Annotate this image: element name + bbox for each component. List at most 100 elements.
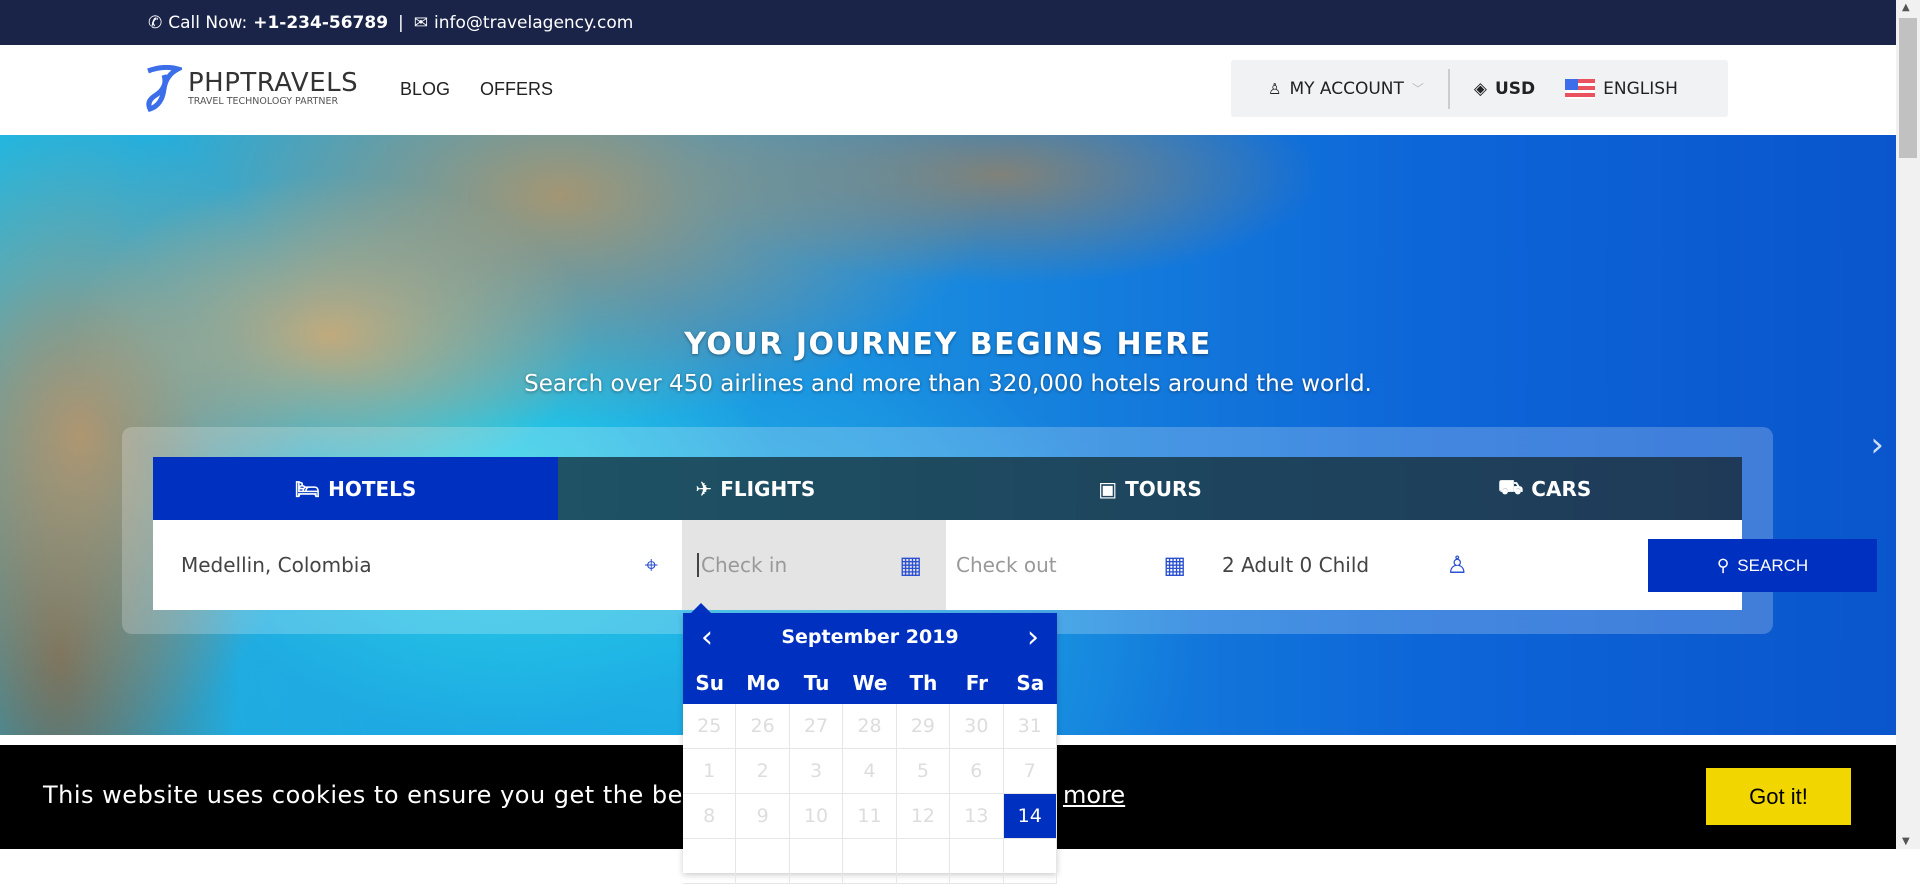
day-cell[interactable] [789, 839, 844, 884]
day-cell-selected[interactable]: 14 [1003, 794, 1057, 839]
user-icon: ♙ [1268, 79, 1282, 98]
text-cursor [697, 553, 699, 577]
logo-title: PHPTRAVELS [188, 68, 359, 98]
tab-cars[interactable]: ⛟ CARS [1347, 457, 1742, 520]
search-button[interactable]: ⚲ SEARCH [1648, 539, 1877, 592]
tab-tours[interactable]: ▣ TOURS [953, 457, 1348, 520]
weekday-row: Su Mo Tu We Th Fr Sa [683, 661, 1057, 704]
scrollbar-thumb[interactable] [1899, 18, 1917, 158]
logo-subtitle: TRAVEL TECHNOLOGY PARTNER [188, 96, 339, 107]
day-cell[interactable]: 12 [896, 794, 951, 839]
day-cell[interactable]: 25 [683, 704, 737, 749]
nav-blog[interactable]: BLOG [400, 79, 450, 100]
chevron-down-icon: ﹀ [1411, 82, 1424, 96]
bed-icon: 🛏 [294, 476, 321, 501]
account-bar: ♙ MY ACCOUNT ﹀ ◈ USD ENGLISH [1231, 60, 1728, 117]
tab-hotels[interactable]: 🛏 HOTELS [153, 457, 558, 520]
weekday-label: We [852, 670, 888, 695]
checkin-input[interactable]: Check in ▦ [682, 520, 946, 610]
weekday-label: Mo [746, 670, 780, 695]
scroll-up-icon[interactable]: ▲ [1902, 2, 1910, 13]
location-value: Medellin, Colombia [181, 553, 372, 577]
scrollbar[interactable]: ▲ ▼ [1896, 0, 1920, 849]
hero-subtitle: Search over 450 airlines and more than 3… [524, 371, 1372, 397]
search-tabs: 🛏 HOTELS ✈ FLIGHTS ▣ TOURS ⛟ CARS [153, 457, 1742, 520]
day-cell[interactable]: 3 [789, 749, 844, 794]
calendar-icon: ▦ [1163, 551, 1186, 579]
car-icon: ⛟ [1498, 475, 1524, 499]
hero-title: YOUR JOURNEY BEGINS HERE [684, 327, 1212, 362]
logo-icon [146, 65, 182, 113]
day-cell[interactable]: 8 [683, 794, 737, 839]
location-input[interactable]: Medellin, Colombia ⌖ [153, 520, 682, 610]
email-link[interactable]: info@travelagency.com [434, 13, 633, 33]
cookie-accept-button[interactable]: Got it! [1706, 768, 1851, 825]
language-selector[interactable]: ENGLISH [1565, 78, 1678, 99]
call-label: Call Now: [168, 12, 248, 33]
day-grid: 25 26 27 28 29 30 31 1 2 3 4 5 6 7 8 9 10 11 12 13 14 [683, 704, 1057, 884]
day-cell[interactable]: 1 [683, 749, 737, 794]
weekday-label: Th [909, 670, 938, 695]
checkin-placeholder: Check in [701, 553, 788, 577]
day-cell[interactable] [950, 839, 1004, 884]
suitcase-icon: ▣ [1098, 476, 1118, 501]
my-account-dropdown[interactable]: ♙ MY ACCOUNT ﹀ [1268, 79, 1424, 99]
tab-label: TOURS [1125, 476, 1202, 501]
day-cell[interactable]: 6 [950, 749, 1004, 794]
guests-value: 2 Adult 0 Child [1222, 553, 1370, 577]
day-cell[interactable]: 4 [843, 749, 897, 794]
my-account-label: MY ACCOUNT [1289, 78, 1404, 99]
datepicker: ‹ September 2019 › Su Mo Tu We Th Fr Sa 25 26 27… [683, 603, 1057, 884]
top-contact-bar: ✆ Call Now: +1-234-56789 | ✉ info@travel… [0, 0, 1896, 45]
currency-label: USD [1495, 78, 1536, 99]
day-cell[interactable] [896, 839, 951, 884]
day-cell[interactable] [683, 839, 737, 884]
checkout-input[interactable]: Check out ▦ [946, 520, 1210, 610]
currency-selector[interactable]: ◈ USD [1474, 79, 1535, 99]
day-cell[interactable]: 2 [736, 749, 790, 794]
weekday-label: Tu [803, 670, 830, 695]
day-cell[interactable]: 27 [789, 704, 844, 749]
datepicker-header: ‹ September 2019 › [683, 613, 1057, 661]
slider-next-icon[interactable]: › [1870, 425, 1884, 465]
learn-more-link[interactable]: more [1063, 781, 1125, 809]
divider [1447, 68, 1450, 109]
language-label: ENGLISH [1603, 78, 1678, 99]
cookie-message: This website uses cookies to ensure you … [43, 781, 744, 809]
money-icon: ◈ [1473, 78, 1487, 99]
scroll-down-icon[interactable]: ▼ [1902, 836, 1910, 847]
day-cell[interactable]: 7 [1003, 749, 1057, 794]
next-month-icon[interactable]: › [1027, 620, 1039, 655]
separator: | [398, 12, 404, 33]
logo[interactable]: PHPTRAVELS TRAVEL TECHNOLOGY PARTNER [144, 65, 358, 113]
day-cell[interactable]: 9 [736, 794, 790, 839]
weekday-label: Sa [1016, 670, 1045, 695]
envelope-icon: ✉ [413, 12, 429, 33]
day-cell[interactable]: 13 [950, 794, 1004, 839]
day-cell[interactable]: 31 [1003, 704, 1057, 749]
plane-icon: ✈ [695, 476, 713, 501]
weekday-label: Fr [965, 670, 988, 695]
day-cell[interactable]: 11 [843, 794, 897, 839]
phone-number[interactable]: +1-234-56789 [253, 13, 388, 33]
day-cell[interactable]: 26 [736, 704, 790, 749]
nav-offers[interactable]: OFFERS [480, 79, 553, 100]
day-cell[interactable]: 10 [789, 794, 844, 839]
day-cell[interactable]: 5 [896, 749, 951, 794]
day-cell[interactable]: 29 [896, 704, 951, 749]
guests-input[interactable]: 2 Adult 0 Child ♙ [1210, 520, 1492, 610]
map-pin-icon: ⌖ [644, 551, 658, 579]
tab-flights[interactable]: ✈ FLIGHTS [558, 457, 953, 520]
day-cell[interactable]: 30 [950, 704, 1004, 749]
day-cell[interactable]: 28 [843, 704, 897, 749]
us-flag-icon [1565, 78, 1596, 99]
day-cell[interactable] [1003, 839, 1057, 884]
day-cell[interactable] [736, 839, 790, 884]
search-icon: ⚲ [1716, 555, 1730, 575]
checkout-placeholder: Check out [956, 553, 1057, 577]
prev-month-icon[interactable]: ‹ [701, 620, 713, 655]
site-header: PHPTRAVELS TRAVEL TECHNOLOGY PARTNER BLO… [0, 45, 1896, 135]
day-cell[interactable] [843, 839, 897, 884]
user-icon: ♙ [1446, 551, 1468, 579]
tab-label: HOTELS [328, 476, 417, 501]
